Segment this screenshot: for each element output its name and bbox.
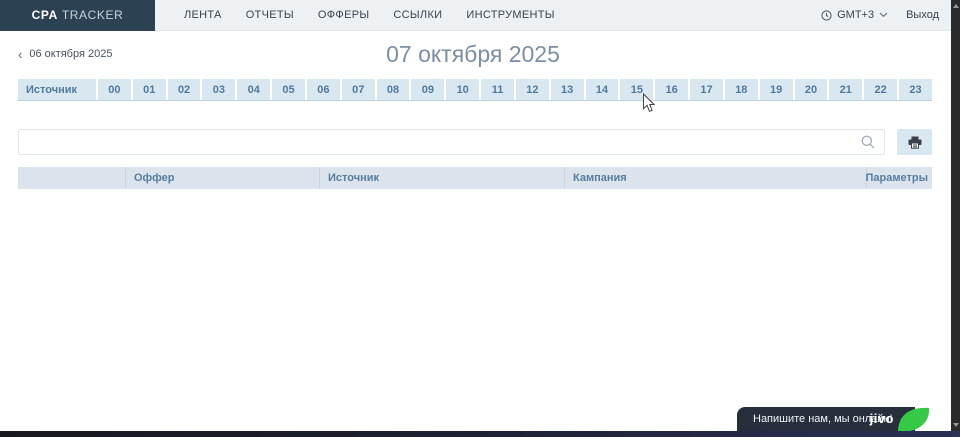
clock-icon — [821, 10, 832, 21]
hour-cell: 00 — [96, 79, 131, 100]
logout-button[interactable]: Выход — [906, 9, 939, 21]
hour-cell: 20 — [793, 79, 828, 100]
hour-cell: 15 — [618, 79, 653, 100]
top-navbar: CPA TRACKER ЛЕНТА ОТЧЕТЫ ОФФЕРЫ ССЫЛКИ И… — [0, 0, 951, 31]
timezone-label: GMT+3 — [837, 9, 874, 21]
menu-item-reports[interactable]: ОТЧЕТЫ — [234, 9, 306, 21]
app-logo[interactable]: CPA TRACKER — [0, 0, 155, 31]
hour-cell: 13 — [549, 79, 584, 100]
search-input[interactable] — [19, 130, 861, 154]
column-header-source: Источник — [319, 167, 564, 189]
column-header-params: Параметры — [866, 167, 932, 189]
hour-cell: 12 — [514, 79, 549, 100]
report-table-header: Оффер Источник Кампания Параметры — [18, 167, 932, 189]
bottom-edge-bar — [0, 431, 960, 437]
hour-cell: 17 — [688, 79, 723, 100]
chevron-down-icon — [879, 12, 888, 18]
chat-brand-logo: jivo — [870, 411, 894, 426]
hour-cell: 22 — [862, 79, 897, 100]
timezone-dropdown[interactable]: GMT+3 — [821, 9, 888, 21]
hour-cell: 14 — [584, 79, 619, 100]
menu-item-links[interactable]: ССЫЛКИ — [381, 9, 454, 21]
hour-cell: 07 — [340, 79, 375, 100]
app-logo-bold: CPA — [32, 8, 58, 22]
scroll-down-arrow[interactable] — [951, 420, 960, 430]
scroll-up-arrow[interactable] — [951, 1, 960, 11]
hour-cell: 03 — [200, 79, 235, 100]
hour-cell: 10 — [444, 79, 479, 100]
hour-cell: 18 — [723, 79, 758, 100]
menu-item-feed[interactable]: ЛЕНТА — [172, 9, 234, 21]
column-header-blank — [18, 167, 125, 189]
hour-cell: 16 — [653, 79, 688, 100]
hour-cell: 05 — [270, 79, 305, 100]
search-icon[interactable] — [861, 135, 875, 149]
hour-cell: 08 — [375, 79, 410, 100]
hour-cell: 11 — [479, 79, 514, 100]
hour-cell: 01 — [131, 79, 166, 100]
page-title: 07 октября 2025 — [0, 41, 946, 68]
hour-cell: 21 — [827, 79, 862, 100]
hour-cell: 19 — [758, 79, 793, 100]
menu-item-tools[interactable]: ИНСТРУМЕНТЫ — [454, 9, 566, 21]
navbar-right: GMT+3 Выход — [821, 9, 939, 21]
menu-item-offers[interactable]: ОФФЕРЫ — [306, 9, 382, 21]
hour-cell: 06 — [305, 79, 340, 100]
vertical-scrollbar[interactable] — [951, 0, 960, 431]
printer-icon — [908, 136, 922, 149]
column-header-offer: Оффер — [125, 167, 319, 189]
app-logo-rest: TRACKER — [62, 8, 124, 22]
hour-cell: 02 — [166, 79, 201, 100]
column-header-campaign: Кампания — [564, 167, 866, 189]
hour-cell: 23 — [897, 79, 932, 100]
chat-widget[interactable]: Напишите нам, мы онлайн! jivo — [737, 407, 930, 431]
main-menu: ЛЕНТА ОТЧЕТЫ ОФФЕРЫ ССЫЛКИ ИНСТРУМЕНТЫ — [172, 9, 567, 21]
search-bar — [18, 129, 885, 155]
hour-cell: 04 — [235, 79, 270, 100]
hour-cell: 09 — [409, 79, 444, 100]
source-column-header: Источник — [18, 79, 96, 100]
hours-header-row: Источник 00 01 02 03 04 05 06 07 08 09 1… — [18, 79, 932, 101]
print-export-button[interactable] — [897, 129, 932, 155]
